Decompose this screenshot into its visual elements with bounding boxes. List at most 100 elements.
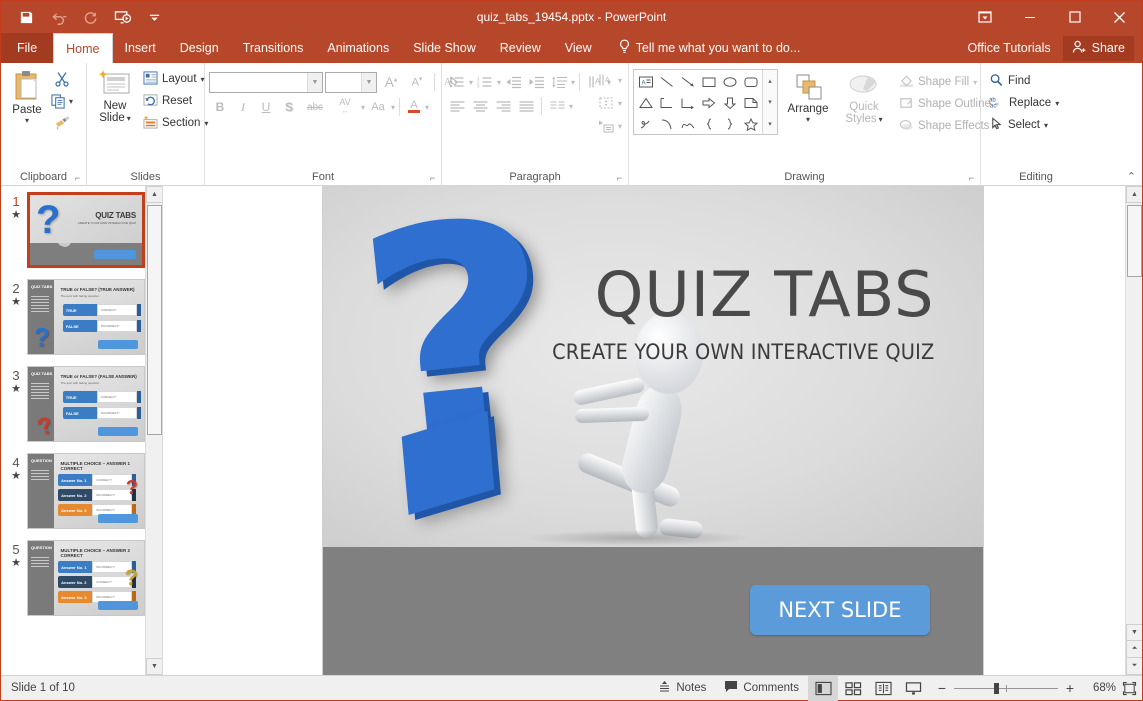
cut-button[interactable] [51, 68, 73, 90]
shape-rounded-rectangle[interactable] [740, 71, 761, 92]
center-button[interactable] [469, 95, 491, 117]
reset-button[interactable]: Reset [139, 90, 212, 112]
slide-subtitle[interactable]: CREATE YOUR OWN INTERACTIVE QUIZ [552, 340, 934, 365]
shape-arrow[interactable] [677, 71, 698, 92]
shape-folded-corner[interactable] [740, 92, 761, 113]
shape-oval[interactable] [719, 71, 740, 92]
thumbnail-slide-4[interactable]: 4 ★ QUESTION MULTIPLE CHOICE – ANSWER 1 … [5, 453, 162, 529]
text-box-align-chevron-down-icon[interactable]: ▾ [618, 100, 622, 107]
character-spacing-chevron-down-icon[interactable]: ▾ [361, 104, 365, 111]
increase-font-size-button[interactable]: A▴ [379, 71, 403, 93]
numbering-chevron-down-icon[interactable]: ▾ [497, 79, 501, 86]
layout-button[interactable]: Layout ▾ [139, 68, 212, 90]
character-spacing-button[interactable]: AV↔ [330, 96, 360, 118]
find-button[interactable]: Find [985, 70, 1063, 92]
align-text-button[interactable]: A [596, 69, 618, 91]
shape-star[interactable] [740, 113, 761, 134]
tab-view[interactable]: View [553, 33, 604, 63]
canvas-scrollbar-thumb[interactable] [1127, 205, 1142, 277]
decrease-font-size-button[interactable]: A▾ [405, 71, 429, 93]
shape-line[interactable] [656, 71, 677, 92]
slide-sorter-view-button[interactable] [838, 676, 868, 701]
tab-design[interactable]: Design [168, 33, 231, 63]
close-button[interactable] [1097, 1, 1142, 33]
minimize-button[interactable] [1007, 1, 1052, 33]
ribbon-display-options-icon[interactable] [962, 1, 1007, 33]
font-dialog-launcher[interactable]: ⌐ [430, 173, 435, 183]
shape-text-box[interactable]: A [635, 71, 656, 92]
save-icon[interactable] [15, 6, 37, 28]
increase-indent-button[interactable] [525, 71, 547, 93]
thumbnail-image[interactable]: QUIZ TABS TRUE or FALSE? (TRUE ANSWER) T… [27, 279, 145, 355]
align-left-button[interactable] [446, 95, 468, 117]
canvas-scroll-up-icon[interactable]: ▲ [1126, 186, 1142, 203]
font-name-combo[interactable]: ▼ [209, 72, 323, 93]
undo-icon[interactable] [47, 6, 69, 28]
text-shadow-button[interactable]: S [278, 96, 300, 118]
bullets-chevron-down-icon[interactable]: ▾ [469, 79, 473, 86]
shape-elbow-arrow-connector[interactable] [677, 92, 698, 113]
shape-curve[interactable] [656, 113, 677, 134]
comments-button[interactable]: Comments [715, 676, 808, 701]
reading-view-button[interactable] [868, 676, 898, 701]
shape-triangle[interactable] [635, 92, 656, 113]
shape-elbow-connector[interactable] [656, 92, 677, 113]
tab-home[interactable]: Home [53, 33, 112, 63]
shape-rectangle[interactable] [698, 71, 719, 92]
font-name-chevron-down-icon[interactable]: ▼ [307, 73, 322, 92]
next-slide-button[interactable]: NEXT SLIDE [750, 585, 929, 635]
slideshow-icon[interactable] [111, 6, 133, 28]
shapes-more-icon[interactable]: ▾ [763, 113, 777, 134]
paste-chevron-down-icon[interactable]: ▾ [25, 117, 29, 124]
shape-freeform[interactable] [677, 113, 698, 134]
office-tutorials-link[interactable]: Office Tutorials [960, 41, 1059, 55]
fit-slide-to-window-button[interactable] [1116, 676, 1142, 701]
justify-button[interactable] [515, 95, 537, 117]
thumbnail-image[interactable]: QUESTION MULTIPLE CHOICE – ANSWER 2 CORR… [27, 540, 145, 616]
customize-qat-chevron-down-icon[interactable] [143, 6, 165, 28]
replace-chevron-down-icon[interactable]: ▾ [1055, 100, 1059, 107]
notes-button[interactable]: Notes [649, 676, 715, 701]
clipboard-dialog-launcher[interactable]: ⌐ [75, 173, 80, 183]
previous-slide-icon[interactable]: ⏶ [1126, 641, 1142, 658]
new-slide-chevron-down-icon[interactable]: ▾ [127, 114, 131, 123]
slide-title[interactable]: QUIZ TABS [595, 264, 935, 326]
slide-canvas[interactable]: ? QUIZ TABS CREATE YOUR OWN INTERACTIVE … [163, 186, 1142, 675]
shape-left-brace[interactable] [698, 113, 719, 134]
line-spacing-button[interactable] [548, 71, 570, 93]
tab-file[interactable]: File [1, 33, 53, 63]
decrease-indent-button[interactable] [502, 71, 524, 93]
numbering-button[interactable]: 123 [474, 71, 496, 93]
font-size-combo[interactable]: ▼ [325, 72, 377, 93]
text-box-align-button[interactable] [596, 92, 618, 114]
tab-slide-show[interactable]: Slide Show [401, 33, 488, 63]
line-spacing-chevron-down-icon[interactable]: ▾ [571, 79, 575, 86]
section-button[interactable]: Section ▾ [139, 112, 212, 134]
arrange-button[interactable]: Arrange ▾ [783, 69, 833, 123]
shapes-scroll-up-icon[interactable]: ▴ [763, 70, 777, 91]
maximize-button[interactable] [1052, 1, 1097, 33]
canvas-scrollbar[interactable]: ▲ ▼ ⏶ ⏷ [1125, 186, 1142, 675]
align-text-chevron-down-icon[interactable]: ▾ [618, 77, 622, 84]
shape-right-arrow[interactable] [698, 92, 719, 113]
share-button[interactable]: Share [1063, 36, 1134, 61]
underline-button[interactable]: U [255, 96, 277, 118]
zoom-out-button[interactable]: − [936, 680, 948, 696]
thumbnail-image[interactable]: ? QUIZ TABS CREATE YOUR OWN INTERACTIVE … [27, 192, 145, 268]
format-painter-button[interactable] [51, 112, 73, 134]
slide-editing-surface[interactable]: ? QUIZ TABS CREATE YOUR OWN INTERACTIVE … [323, 186, 983, 675]
zoom-in-button[interactable]: + [1064, 680, 1076, 696]
font-size-chevron-down-icon[interactable]: ▼ [361, 73, 376, 92]
normal-view-button[interactable] [808, 676, 838, 701]
change-case-button[interactable]: Aa [366, 96, 390, 118]
new-slide-button[interactable]: NewSlide▾ [91, 66, 139, 124]
align-right-button[interactable] [492, 95, 514, 117]
columns-button[interactable] [546, 95, 568, 117]
redo-icon[interactable] [79, 6, 101, 28]
slide-show-view-button[interactable] [898, 676, 928, 701]
thumbnail-slide-5[interactable]: 5 ★ QUESTION MULTIPLE CHOICE – ANSWER 2 … [5, 540, 162, 616]
layout-chevron-down-icon[interactable]: ▾ [201, 76, 205, 83]
paste-button[interactable]: Paste ▾ [5, 66, 49, 134]
drawing-dialog-launcher[interactable]: ⌐ [969, 173, 974, 183]
paragraph-dialog-launcher[interactable]: ⌐ [617, 173, 622, 183]
